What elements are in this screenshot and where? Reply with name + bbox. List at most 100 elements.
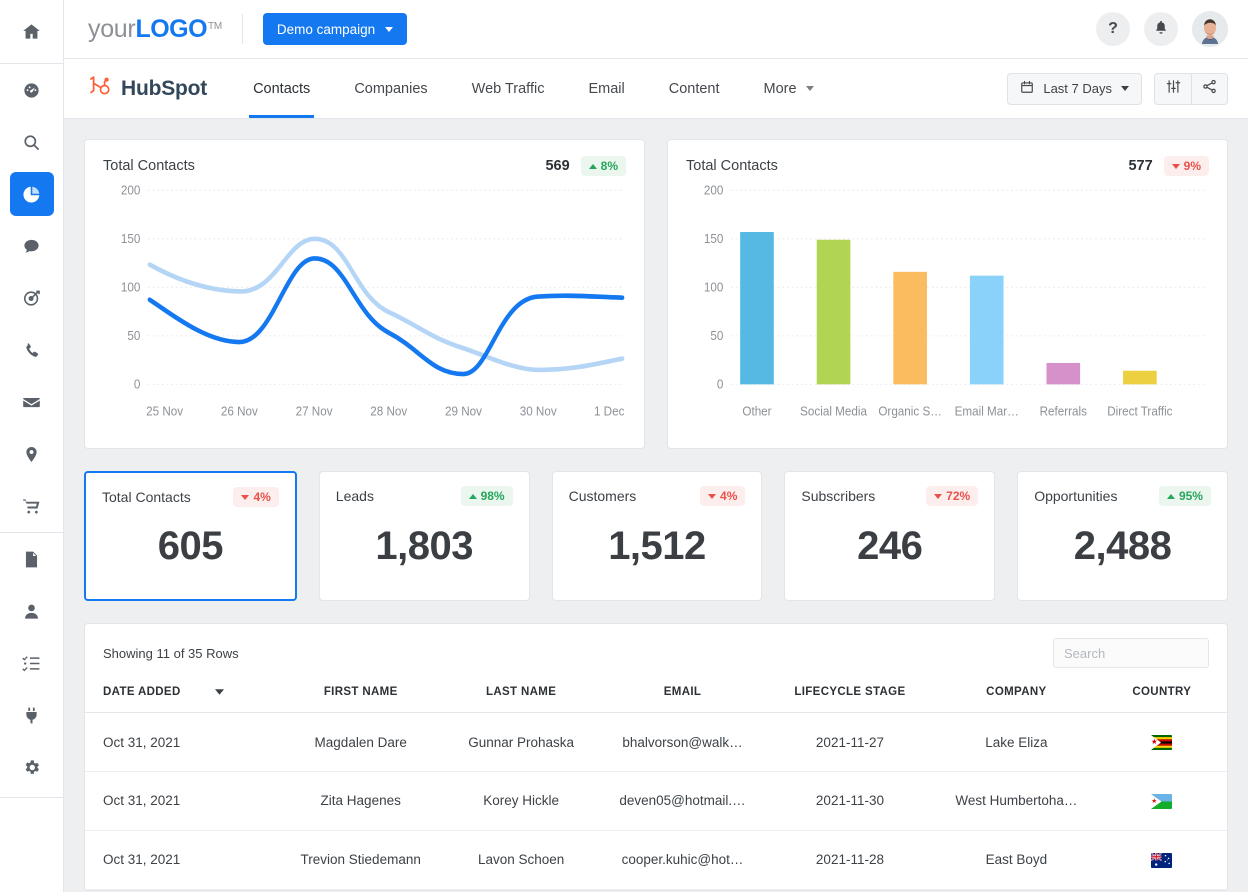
col-company[interactable]: COMPANY [936,678,1096,713]
search-icon [22,133,41,152]
sidebar-item-home[interactable] [10,9,54,53]
bar-chart-header: Total Contacts 577 9% [686,156,1209,176]
bar-chart-stats: 577 9% [1128,156,1209,176]
col-last-name[interactable]: LAST NAME [441,678,601,713]
triangle-down-icon [708,494,716,499]
product-name: HubSpot [121,77,207,101]
kpi-card-total-contacts[interactable]: Total Contacts 4% 605 [84,471,297,601]
kpi-card-customers[interactable]: Customers 4% 1,512 [552,471,763,601]
tab-label: Web Traffic [472,81,545,97]
kpi-delta-badge: 4% [700,486,745,506]
sidebar-item-location[interactable] [10,432,54,476]
sidebar-item-email[interactable] [10,380,54,424]
kpi-delta-badge: 95% [1159,486,1211,506]
table-row[interactable]: Oct 31, 2021 Trevion Stiedemann Lavon Sc… [85,830,1227,889]
line-chart-card: Total Contacts 569 8% [84,139,645,449]
target-icon [22,289,41,308]
col-country[interactable]: COUNTRY [1097,678,1227,713]
tab-label: Companies [354,81,427,97]
kpi-card-opportunities[interactable]: Opportunities 95% 2,488 [1017,471,1228,601]
filter-button[interactable] [1155,74,1191,104]
sidebar-item-dashboard[interactable] [10,68,54,112]
sidebar-item-settings[interactable] [10,745,54,789]
cell-country [1097,713,1227,772]
tab-label: Content [669,81,720,97]
tab-companies[interactable]: Companies [332,59,449,118]
cell-lifecycle-stage: 2021-11-27 [764,713,936,772]
kpi-delta-badge: 72% [926,486,978,506]
triangle-down-icon [934,494,942,499]
sidebar-item-reports[interactable] [10,537,54,581]
charts-row: Total Contacts 569 8% [84,139,1228,449]
tab-more[interactable]: More [742,59,836,118]
kpi-card-subscribers[interactable]: Subscribers 72% 246 [784,471,995,601]
kpi-value: 605 [102,507,279,585]
triangle-up-icon [1167,494,1175,499]
svg-text:0: 0 [717,377,724,392]
campaign-selector-label: Demo campaign [277,22,375,37]
line-chart-header: Total Contacts 569 8% [103,156,626,176]
bar-chart-delta-badge: 9% [1164,156,1209,176]
tab-content[interactable]: Content [647,59,742,118]
col-lifecycle-stage[interactable]: LIFECYCLE STAGE [764,678,936,713]
kpi-delta-value: 4% [253,491,270,503]
avatar[interactable] [1192,11,1228,47]
chevron-down-icon [385,27,393,32]
sidebar-item-integrations[interactable] [10,693,54,737]
checklist-icon [22,654,41,673]
col-label: LAST NAME [486,686,556,698]
australia-flag [1151,853,1172,868]
col-email[interactable]: EMAIL [601,678,763,713]
col-first-name[interactable]: FIRST NAME [281,678,441,713]
notifications-button[interactable] [1144,12,1178,46]
bell-icon [1153,19,1169,40]
col-label: COUNTRY [1132,686,1191,698]
table-row[interactable]: Oct 31, 2021 Magdalen Dare Gunnar Prohas… [85,713,1227,772]
bar-chart-plot: 200 150 100 50 0 [686,180,1209,438]
svg-text:200: 200 [704,183,724,198]
date-range-button[interactable]: Last 7 Days [1007,73,1142,105]
nav-tabs: Contacts Companies Web Traffic Email Con… [231,59,836,118]
campaign-selector-button[interactable]: Demo campaign [263,13,407,45]
bar-organic-search [893,272,927,384]
zimbabwe-flag [1151,735,1172,750]
line-chart-stats: 569 8% [545,156,626,176]
kpi-delta-value: 95% [1179,490,1203,502]
cell-lifecycle-stage: 2021-11-28 [764,830,936,889]
tab-contacts[interactable]: Contacts [231,59,332,118]
sidebar-item-calls[interactable] [10,328,54,372]
kpi-card-leads[interactable]: Leads 98% 1,803 [319,471,530,601]
hubspot-logo: HubSpot [88,59,231,118]
help-button[interactable]: ? [1096,12,1130,46]
bar-direct-traffic [1123,371,1157,385]
tab-web-traffic[interactable]: Web Traffic [450,59,567,118]
svg-text:0: 0 [134,377,141,392]
sidebar-item-tasks[interactable] [10,641,54,685]
svg-text:Organic S…: Organic S… [878,404,942,419]
sidebar-item-analytics[interactable] [10,172,54,216]
sidebar-item-chat[interactable] [10,224,54,268]
svg-text:1 Dec: 1 Dec [594,404,624,419]
svg-text:27 Nov: 27 Nov [296,404,334,419]
search-input[interactable] [1053,638,1209,668]
sidebar-item-search[interactable] [10,120,54,164]
cell-date-added: Oct 31, 2021 [85,771,281,830]
table-toolbar: Showing 11 of 35 Rows [85,624,1227,678]
line-chart-svg: 200 150 100 50 0 25 Nov 26 Nov 27 Nov [103,180,626,438]
sidebar-item-target[interactable] [10,276,54,320]
col-date-added[interactable]: DATE ADDED [85,678,281,713]
cell-country [1097,771,1227,830]
tab-email[interactable]: Email [566,59,646,118]
line-chart-plot: 200 150 100 50 0 25 Nov 26 Nov 27 Nov [103,180,626,438]
kpi-label: Leads [336,488,374,504]
sidebar-item-commerce[interactable] [10,484,54,528]
share-button[interactable] [1191,74,1227,104]
cell-email: deven05@hotmail.… [601,771,763,830]
kpi-value: 1,803 [336,506,513,586]
tab-label: More [764,81,797,97]
sidebar-item-contacts[interactable] [10,589,54,633]
cell-date-added: Oct 31, 2021 [85,713,281,772]
bar-email-marketing [970,276,1004,385]
kpi-header: Leads 98% [336,486,513,506]
table-row[interactable]: Oct 31, 2021 Zita Hagenes Korey Hickle d… [85,771,1227,830]
